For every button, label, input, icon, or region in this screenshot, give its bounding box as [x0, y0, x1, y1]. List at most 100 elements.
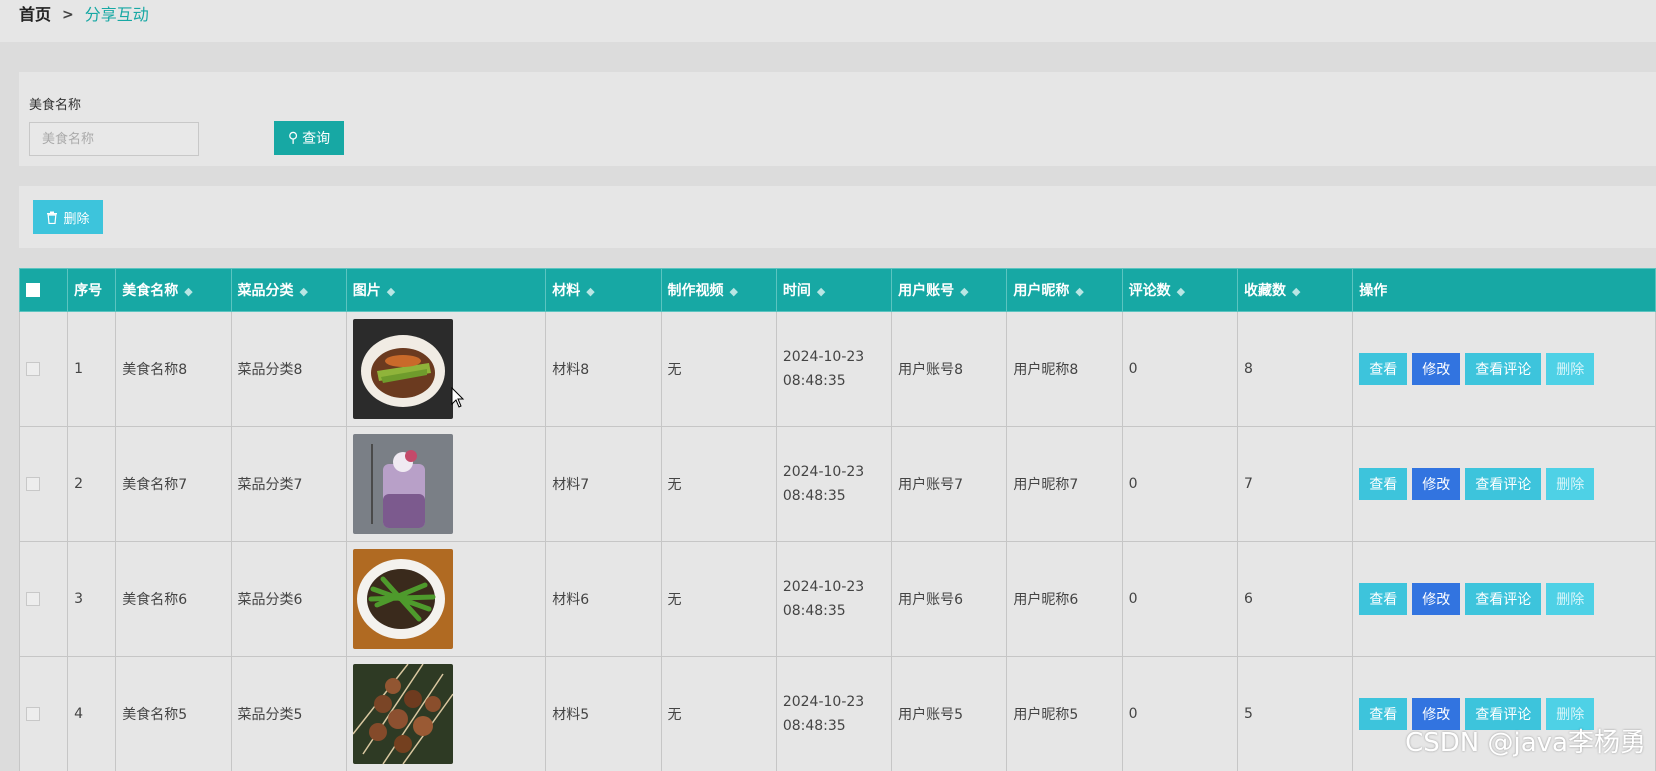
- column-header-favorites[interactable]: 收藏数 ◆: [1236, 268, 1354, 312]
- delete-button[interactable]: 删除: [1546, 468, 1595, 500]
- cell-name: 美食名称8: [115, 311, 232, 427]
- search-button-label: 查询: [302, 131, 331, 147]
- cell-favorites: 8: [1236, 311, 1354, 427]
- search-panel: 美食名称 ⚲ 查询: [19, 72, 1656, 166]
- cell-material: 材料7: [545, 426, 662, 542]
- search-input[interactable]: [29, 122, 199, 156]
- cell-time: 2024-10-23 08:48:35: [775, 656, 893, 771]
- view-button[interactable]: 查看: [1359, 353, 1408, 385]
- breadcrumb-home[interactable]: 首页: [19, 5, 51, 25]
- row-checkbox[interactable]: [26, 707, 40, 721]
- search-button[interactable]: ⚲ 查询: [274, 121, 344, 155]
- row-checkbox[interactable]: [26, 477, 40, 491]
- breadcrumb-current: 分享互动: [84, 5, 149, 24]
- view-comments-button[interactable]: 查看评论: [1465, 353, 1542, 385]
- cell-material: 材料6: [545, 541, 662, 657]
- row-checkbox[interactable]: [26, 362, 40, 376]
- view-button[interactable]: 查看: [1359, 468, 1408, 500]
- top-bar: 首页 > 分享互动: [0, 0, 1656, 42]
- cell-category: 菜品分类5: [230, 656, 347, 771]
- select-all-cell[interactable]: [19, 268, 69, 312]
- cell-comments: 0: [1121, 426, 1238, 542]
- column-header-name[interactable]: 美食名称 ◆: [115, 268, 232, 312]
- cell-time: 2024-10-23 08:48:35: [775, 541, 893, 657]
- sort-icon[interactable]: ◆: [586, 285, 594, 298]
- cell-comments: 0: [1121, 656, 1238, 771]
- cell-favorites: 5: [1236, 656, 1354, 771]
- batch-delete-label: 删除: [63, 211, 90, 227]
- cell-category: 菜品分类7: [230, 426, 347, 542]
- breadcrumb: 首页 > 分享互动: [19, 5, 149, 25]
- cell-material: 材料8: [545, 311, 662, 427]
- cell-no: 2: [67, 426, 117, 542]
- edit-button[interactable]: 修改: [1412, 468, 1461, 500]
- table-row: 1 美食名称8 菜品分类8 材料8 无 2024-10-23 08:48:35: [19, 311, 1656, 427]
- row-checkbox[interactable]: [26, 592, 40, 606]
- sort-icon[interactable]: ◆: [184, 285, 192, 298]
- breadcrumb-separator: >: [62, 7, 74, 23]
- food-image-meat-skewers[interactable]: [352, 664, 453, 764]
- cell-name: 美食名称7: [115, 426, 232, 542]
- batch-delete-button[interactable]: 删除: [33, 200, 103, 234]
- sort-icon[interactable]: ◆: [300, 285, 308, 298]
- cell-name: 美食名称5: [115, 656, 232, 771]
- column-header-actions: 操作: [1352, 268, 1656, 312]
- cell-favorites: 7: [1236, 426, 1354, 542]
- food-image-green-beans[interactable]: [352, 319, 453, 419]
- cell-account: 用户账号7: [891, 426, 1008, 542]
- sort-icon[interactable]: ◆: [1075, 285, 1083, 298]
- column-header-time[interactable]: 时间 ◆: [775, 268, 893, 312]
- select-all-checkbox[interactable]: [26, 283, 40, 297]
- cell-no: 1: [67, 311, 117, 427]
- cell-account: 用户账号5: [891, 656, 1008, 771]
- sort-icon[interactable]: ◆: [730, 285, 738, 298]
- column-header-nickname[interactable]: 用户昵称 ◆: [1006, 268, 1123, 312]
- food-image-berry-smoothie[interactable]: [352, 434, 453, 534]
- table-row: 3 美食名称6 菜品分类6 材料6 无 2024-10-23 08:48:35 …: [19, 541, 1656, 657]
- table-row: 2 美食名称7 菜品分类7 材料7 无 2024-10-23 08:48:35: [19, 426, 1656, 542]
- cell-nickname: 用户昵称8: [1006, 311, 1123, 427]
- view-button[interactable]: 查看: [1359, 583, 1408, 615]
- column-header-no: 序号: [67, 268, 117, 312]
- cell-nickname: 用户昵称7: [1006, 426, 1123, 542]
- cell-video: 无: [660, 426, 777, 542]
- search-icon: ⚲: [287, 130, 299, 146]
- watermark: CSDN @java李杨勇: [1405, 728, 1646, 758]
- sort-icon[interactable]: ◆: [1177, 285, 1185, 298]
- column-header-material[interactable]: 材料 ◆: [545, 268, 662, 312]
- column-header-image[interactable]: 图片 ◆: [345, 268, 547, 312]
- sort-icon[interactable]: ◆: [960, 285, 968, 298]
- cell-comments: 0: [1121, 311, 1238, 427]
- sort-icon[interactable]: ◆: [387, 285, 395, 298]
- search-label: 美食名称: [29, 98, 82, 113]
- row-actions: 查看 修改 查看评论 删除: [1359, 353, 1649, 385]
- edit-button[interactable]: 修改: [1412, 353, 1461, 385]
- cell-account: 用户账号6: [891, 541, 1008, 657]
- cell-name: 美食名称6: [115, 541, 232, 657]
- column-header-category[interactable]: 菜品分类 ◆: [230, 268, 347, 312]
- edit-button[interactable]: 修改: [1412, 583, 1461, 615]
- column-header-video[interactable]: 制作视频 ◆: [660, 268, 777, 312]
- cell-category: 菜品分类6: [230, 541, 347, 657]
- column-header-account[interactable]: 用户账号 ◆: [891, 268, 1008, 312]
- cell-no: 4: [67, 656, 117, 771]
- cell-video: 无: [660, 311, 777, 427]
- view-comments-button[interactable]: 查看评论: [1465, 468, 1542, 500]
- view-comments-button[interactable]: 查看评论: [1465, 583, 1542, 615]
- cell-nickname: 用户昵称6: [1006, 541, 1123, 657]
- delete-button[interactable]: 删除: [1546, 583, 1595, 615]
- food-image-stir-fry[interactable]: [352, 549, 453, 649]
- cell-time: 2024-10-23 08:48:35: [775, 311, 893, 427]
- sort-icon[interactable]: ◆: [1292, 285, 1300, 298]
- cell-nickname: 用户昵称5: [1006, 656, 1123, 771]
- cell-account: 用户账号8: [891, 311, 1008, 427]
- data-table: 序号 美食名称 ◆ 菜品分类 ◆ 图片 ◆ 材料 ◆ 制作视频 ◆ 时间 ◆ 用户账号 ◆ 用…: [19, 268, 1656, 771]
- cell-favorites: 6: [1236, 541, 1354, 657]
- column-header-comments[interactable]: 评论数 ◆: [1121, 268, 1238, 312]
- mouse-cursor-icon: [451, 387, 465, 408]
- view-button[interactable]: 查看: [1359, 698, 1408, 730]
- cell-category: 菜品分类8: [230, 311, 347, 427]
- sort-icon[interactable]: ◆: [817, 285, 825, 298]
- cell-material: 材料5: [545, 656, 662, 771]
- delete-button[interactable]: 删除: [1546, 353, 1595, 385]
